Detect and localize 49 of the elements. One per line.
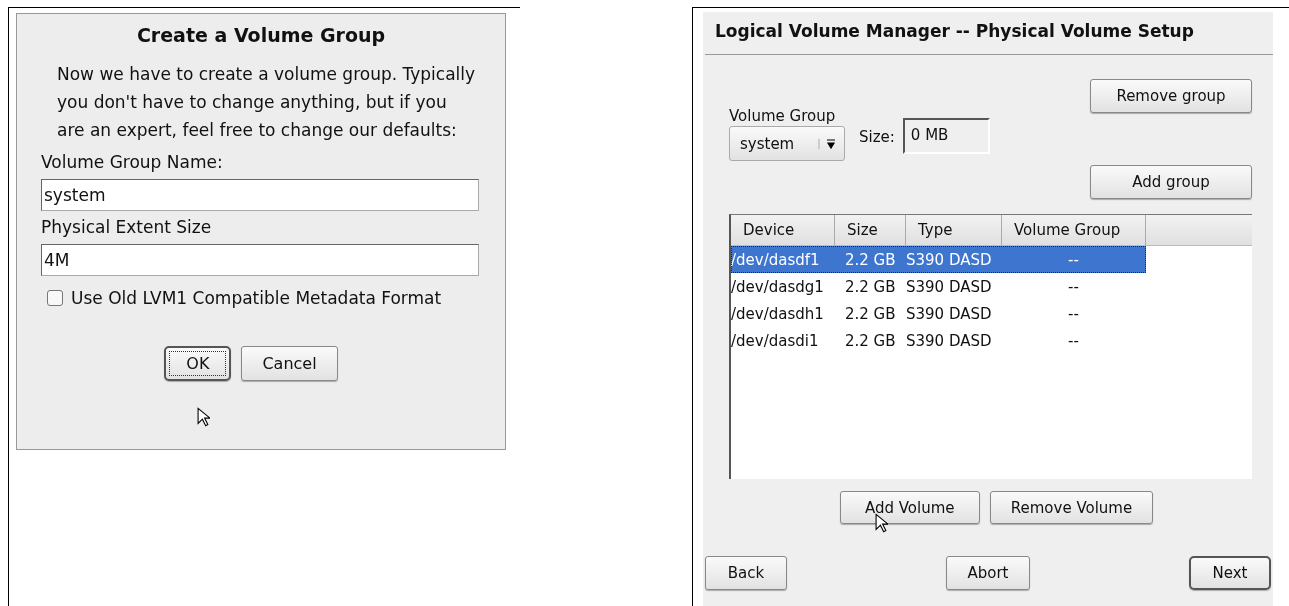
table-cell-text: -- [1067, 277, 1080, 296]
intro-text: Now we have to create a volume group. Typically you don't have to change anything, but if you are an expert, feel free to change our defaults: [57, 63, 477, 142]
table-cell-text: S390 DASD [906, 250, 993, 269]
text-field[interactable]: system [41, 179, 479, 211]
table-cell-text: -- [1067, 250, 1080, 269]
dialog-button[interactable]: OK [164, 346, 232, 381]
table-cell-text: S390 DASD [906, 277, 993, 296]
volume-group-dropdown[interactable]: system [729, 126, 845, 161]
table-cell-text: -- [1067, 304, 1080, 323]
dialog-button[interactable]: Cancel [241, 346, 338, 381]
table-row[interactable]: /dev/dasdg1 2.2 GB S390 DASD -- [731, 273, 1146, 300]
nav-button[interactable]: Back [705, 556, 787, 590]
field-label: Physical Extent Size [41, 217, 213, 237]
table-cell-text: /dev/dasdf1 [731, 250, 821, 269]
table-cell-text: 2.2 GB [844, 250, 897, 269]
table-cell-text: 2.2 GB [844, 304, 897, 323]
group-button[interactable]: Remove group [1090, 79, 1252, 113]
table-cell-text: S390 DASD [906, 304, 993, 323]
checkbox[interactable] [47, 290, 63, 306]
checkbox-label: Use Old LVM1 Compatible Metadata Format [71, 288, 442, 308]
pointer-icon [875, 513, 888, 533]
pointer-icon [197, 407, 210, 427]
column-header[interactable]: Size [835, 215, 906, 245]
table-cell-text: 2.2 GB [844, 277, 897, 296]
table-row[interactable]: /dev/dasdf1 2.2 GB S390 DASD -- [731, 246, 1146, 273]
table-cell-text: /dev/dasdh1 [731, 304, 825, 323]
table-cell-text: /dev/dasdi1 [731, 331, 820, 350]
table-row[interactable]: /dev/dasdi1 2.2 GB S390 DASD -- [731, 327, 1146, 354]
table-cell-text: 2.2 GB [844, 331, 897, 350]
size-field: 0 MB [902, 117, 990, 154]
nav-button[interactable]: Abort [946, 556, 1030, 590]
table-cell-text: /dev/dasdg1 [731, 277, 825, 296]
field-label: Volume Group Name: [41, 152, 224, 172]
text-field[interactable]: 4M [41, 244, 479, 276]
column-header[interactable]: Type [906, 215, 1002, 245]
group-button[interactable]: Add group [1090, 165, 1252, 199]
table-cell-text: -- [1067, 331, 1080, 350]
volume-group-label: Volume Group [729, 107, 837, 125]
table-cell-text: S390 DASD [906, 331, 993, 350]
table-row[interactable]: /dev/dasdh1 2.2 GB S390 DASD -- [731, 300, 1146, 327]
dialog-title: Create a Volume Group [135, 24, 387, 46]
nav-button[interactable]: Next [1189, 556, 1271, 590]
volume-button[interactable]: Add Volume [839, 491, 980, 524]
window-title: Logical Volume Manager -- Physical Volume Setup [714, 21, 1195, 41]
dropdown-arrow-icon [818, 138, 836, 149]
column-header[interactable]: Volume Group [1002, 215, 1146, 245]
column-header[interactable]: Device [731, 215, 835, 245]
volume-button[interactable]: Remove Volume [989, 491, 1154, 524]
size-label: Size: [859, 128, 895, 146]
